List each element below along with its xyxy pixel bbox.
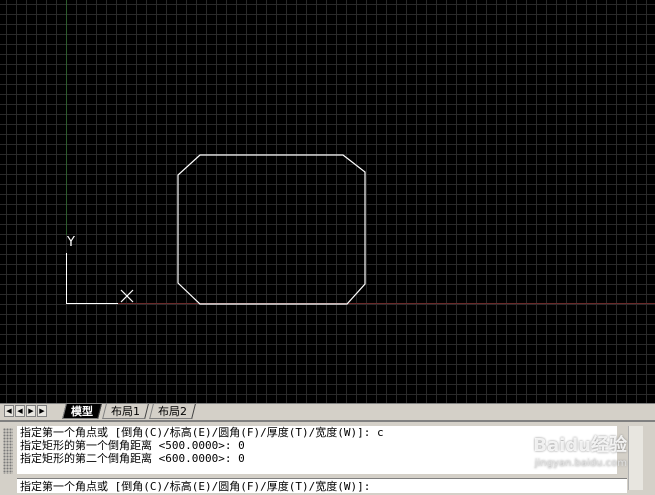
drawing-svg: [66, 0, 655, 305]
command-window: 指定第一个角点或 [倒角(C)/标高(E)/圆角(F)/厚度(T)/宽度(W)]…: [0, 420, 655, 495]
watermark-brand: Baidu经验: [533, 435, 627, 456]
next-tab-icon[interactable]: ▶: [26, 405, 36, 417]
last-tab-icon[interactable]: ▶: [37, 405, 47, 417]
prev-tab-icon[interactable]: ◀: [15, 405, 25, 417]
chamfered-rectangle[interactable]: [177, 154, 366, 305]
layout-tab-bar: ◀ ◀ ▶ ▶ 模型 布局1 布局2: [0, 403, 655, 420]
command-scrollbar[interactable]: [628, 426, 643, 490]
first-tab-icon[interactable]: ◀: [4, 405, 14, 417]
ucs-icon: [66, 253, 118, 304]
tab-model[interactable]: 模型: [62, 404, 102, 419]
tab-layout2[interactable]: 布局2: [149, 404, 196, 419]
drawing-canvas[interactable]: Y: [0, 0, 655, 403]
ucs-x-marker: [120, 289, 134, 303]
tab-layout1[interactable]: 布局1: [102, 404, 149, 419]
watermark-url: jingyan.baidu.com: [534, 458, 627, 469]
watermark: Baidu经验 jingyan.baidu.com: [487, 434, 627, 486]
command-window-grip[interactable]: [3, 428, 13, 474]
ucs-y-label: Y: [67, 235, 75, 250]
